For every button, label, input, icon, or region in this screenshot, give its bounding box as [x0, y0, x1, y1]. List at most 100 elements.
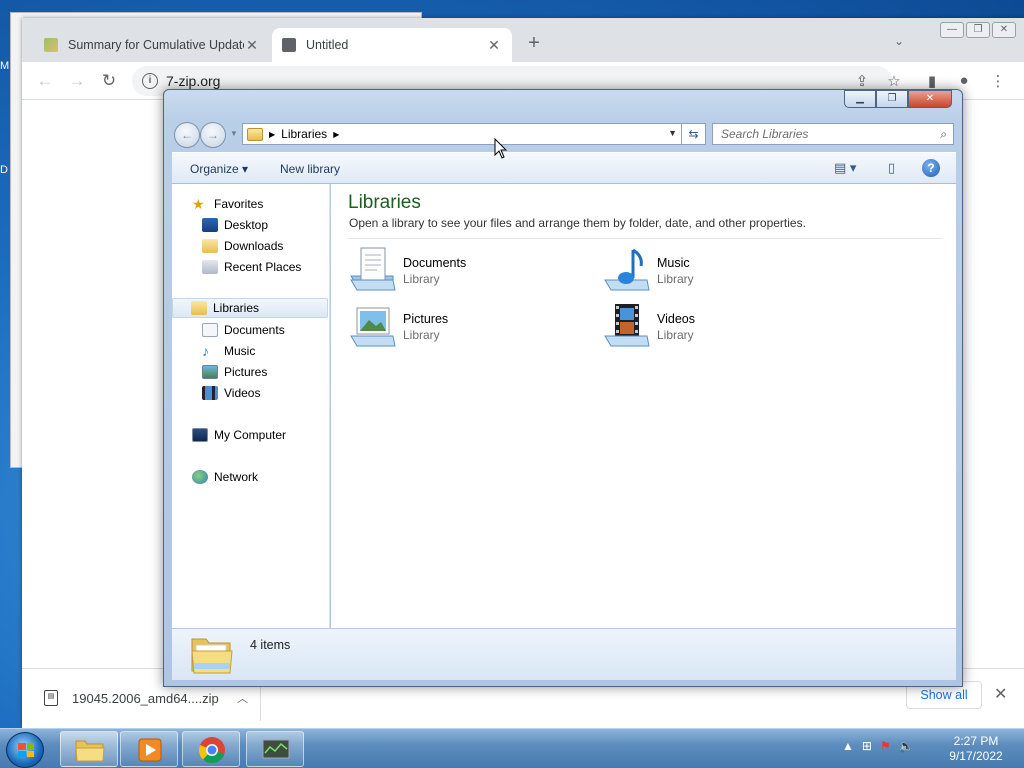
tab-title: Summary for Cumulative Update — [68, 38, 244, 52]
breadcrumb-arrow-icon[interactable]: ▶ — [333, 130, 339, 139]
site-info-icon[interactable]: i — [142, 73, 158, 89]
preview-pane-icon[interactable]: ▯ — [888, 160, 895, 176]
tab-close-icon[interactable]: ✕ — [486, 37, 502, 54]
library-item-videos[interactable]: Videos Library — [603, 302, 803, 352]
maximize-button[interactable]: ❐ — [966, 22, 990, 38]
back-arrow-icon[interactable]: ← — [34, 71, 56, 91]
new-tab-button[interactable]: + — [522, 32, 546, 55]
back-button[interactable]: ← — [174, 122, 200, 148]
minimize-button[interactable]: — — [940, 22, 964, 38]
tab-untitled[interactable]: Untitled ✕ — [272, 28, 512, 62]
reload-icon[interactable]: ↻ — [98, 71, 120, 91]
network-status-icon[interactable]: ⊞ — [862, 739, 872, 753]
help-icon[interactable]: ? — [922, 159, 940, 177]
browser-window-controls: — ❐ ✕ — [940, 22, 1016, 38]
minimize-button[interactable]: ▁ — [844, 90, 876, 108]
search-icon[interactable]: ⌕ — [940, 127, 947, 142]
nav-label: My Computer — [214, 428, 287, 442]
library-name: Pictures — [403, 312, 449, 326]
chevron-up-icon[interactable]: ︿ — [237, 690, 248, 706]
search-placeholder[interactable]: Search Libraries — [721, 127, 808, 141]
close-button[interactable]: ✕ — [908, 90, 952, 108]
nav-videos[interactable]: Videos — [172, 383, 328, 403]
bookmark-star-icon[interactable]: ☆ — [884, 72, 904, 90]
tab-close-icon[interactable]: ✕ — [244, 37, 260, 54]
forward-button[interactable]: → — [200, 122, 226, 148]
item-count: 4 items — [250, 638, 291, 652]
content-pane: Libraries Open a library to see your fil… — [331, 184, 956, 628]
volume-icon[interactable]: 🔈 — [899, 739, 914, 753]
nav-label: Documents — [224, 323, 285, 337]
forward-arrow-icon[interactable]: → — [66, 71, 88, 91]
new-library-button[interactable]: New library — [280, 162, 340, 176]
search-box[interactable]: Search Libraries ⌕ — [712, 123, 954, 145]
libraries-folder-icon — [191, 638, 233, 674]
show-hidden-icons-icon[interactable]: ▲ — [842, 739, 854, 753]
breadcrumb-libraries[interactable]: Libraries — [281, 127, 327, 141]
refresh-button[interactable]: ⇆ — [682, 123, 706, 145]
nav-music[interactable]: ♪ Music — [172, 341, 328, 361]
nav-favorites[interactable]: ★ Favorites — [172, 194, 328, 214]
organize-menu[interactable]: Organize ▾ — [190, 162, 248, 176]
nav-label: Music — [224, 344, 256, 358]
breadcrumb-arrow-icon[interactable]: ▶ — [269, 130, 275, 139]
action-center-flag-icon[interactable]: ⚑ — [880, 739, 891, 753]
side-panel-icon[interactable]: ▮ — [922, 72, 942, 90]
nav-my-computer[interactable]: My Computer — [172, 425, 328, 445]
tab-summary[interactable]: Summary for Cumulative Update ✕ — [34, 28, 270, 62]
system-tray: ▲ ⊞ ⚑ 🔈 — [842, 739, 914, 753]
download-filename[interactable]: 19045.2006_amd64....zip — [72, 691, 237, 706]
taskbar-network-app-button[interactable] — [246, 731, 304, 767]
library-item-pictures[interactable]: Pictures Library — [349, 302, 549, 352]
nav-label: Libraries — [213, 301, 260, 315]
nav-desktop[interactable]: Desktop — [172, 215, 328, 235]
nav-downloads[interactable]: Downloads — [172, 236, 328, 256]
media-player-icon — [138, 738, 162, 762]
update-favicon-icon — [44, 38, 58, 52]
pictures-library-icon — [350, 307, 396, 347]
library-item-music[interactable]: Music Library — [603, 246, 803, 296]
tab-search-chevron-icon[interactable]: ⌄ — [894, 34, 904, 48]
nav-pictures[interactable]: Pictures — [172, 362, 328, 382]
nav-documents[interactable]: Documents — [172, 320, 328, 340]
music-note-icon: ♪ — [202, 343, 209, 359]
library-item-documents[interactable]: Documents Library — [349, 246, 549, 296]
share-icon[interactable]: ⇪ — [852, 72, 872, 90]
view-options-icon[interactable]: ▤ ▾ — [834, 160, 856, 176]
taskbar-media-player-button[interactable] — [120, 731, 178, 767]
address-history-dropdown-icon[interactable]: ▼ — [668, 128, 677, 138]
navigation-bar: ← → ▼ ▶ Libraries ▶ ▼ ⇆ Search Libraries… — [172, 120, 956, 148]
nav-libraries[interactable]: Libraries — [172, 298, 328, 318]
library-name: Music — [657, 256, 690, 270]
profile-avatar-icon[interactable]: ● — [954, 72, 974, 89]
tab-title: Untitled — [306, 38, 349, 52]
downloads-folder-icon — [202, 239, 218, 253]
address-bar[interactable]: ▶ Libraries ▶ ▼ — [242, 123, 682, 145]
libraries-folder-icon — [247, 127, 263, 141]
menu-kebab-icon[interactable]: ⋮ — [988, 72, 1008, 90]
maximize-button[interactable]: ❐ — [876, 90, 908, 108]
clock[interactable]: 2:27 PM 9/17/2022 — [944, 734, 1008, 764]
close-button[interactable]: ✕ — [992, 22, 1016, 38]
videos-filmstrip-icon — [202, 386, 218, 400]
clock-date: 9/17/2022 — [949, 749, 1003, 763]
nav-network[interactable]: Network — [172, 467, 328, 487]
url-text[interactable]: 7-zip.org — [166, 73, 220, 89]
recent-pages-dropdown-icon[interactable]: ▼ — [230, 129, 238, 138]
library-type: Library — [403, 328, 440, 342]
desktop-icon-label[interactable]: M — [0, 60, 9, 72]
taskbar-explorer-button[interactable] — [60, 731, 118, 767]
start-button[interactable] — [6, 732, 44, 768]
close-download-bar-icon[interactable]: ✕ — [994, 684, 1007, 704]
recent-places-icon — [202, 260, 218, 274]
nav-label: Downloads — [224, 239, 284, 253]
favorites-star-icon: ★ — [192, 196, 205, 212]
nav-label: Desktop — [224, 218, 269, 232]
nav-recent-places[interactable]: Recent Places — [172, 257, 328, 277]
network-globe-icon — [192, 470, 208, 484]
download-item[interactable]: ▤ 19045.2006_amd64....zip ︿ — [32, 683, 258, 713]
taskbar: ▲ ⊞ ⚑ 🔈 2:27 PM 9/17/2022 — [0, 728, 1024, 768]
videos-library-icon — [604, 304, 650, 347]
desktop-icon-label[interactable]: D — [0, 164, 8, 176]
taskbar-chrome-button[interactable] — [182, 731, 240, 767]
